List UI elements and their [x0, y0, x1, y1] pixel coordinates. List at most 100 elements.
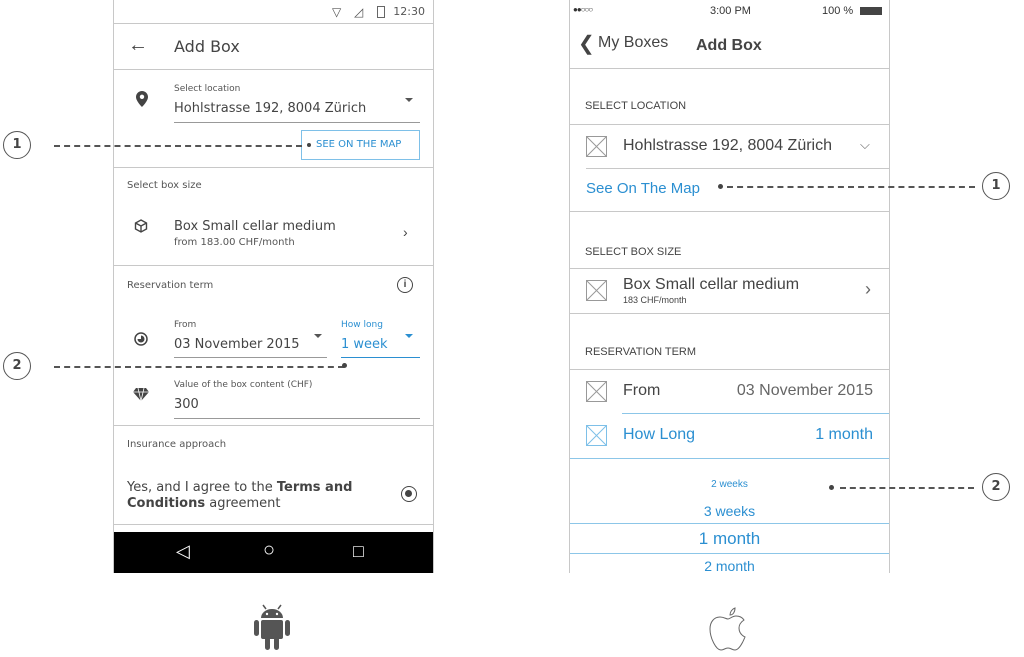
callout-line — [727, 186, 975, 188]
content-value-input[interactable]: 300 — [174, 397, 199, 412]
callout-dot — [342, 363, 347, 368]
dropdown-arrow-icon[interactable] — [405, 334, 413, 338]
dropdown-arrow-icon[interactable] — [405, 98, 413, 102]
chevron-right-icon: › — [865, 279, 871, 299]
box-size-row[interactable]: Box Small cellar medium from 183.00 CHF/… — [114, 208, 433, 258]
location-row[interactable]: Hohlstrasse 192, 8004 Zürich ⌵ — [570, 125, 889, 168]
divider — [114, 425, 433, 426]
content-value-label: Value of the box content (CHF) — [174, 380, 313, 390]
signal-icon: ◿ — [354, 5, 364, 19]
insurance-radio[interactable] — [401, 486, 417, 502]
from-value: 03 November 2015 — [736, 382, 873, 399]
nav-recents-icon[interactable]: □ — [353, 541, 364, 562]
info-icon[interactable]: i — [397, 277, 413, 293]
see-on-map-label: SEE ON THE MAP — [316, 139, 402, 150]
picker-option[interactable]: 3 weeks — [570, 503, 889, 519]
chevron-left-icon[interactable]: ❮ — [578, 31, 595, 56]
how-long-select[interactable]: 1 week — [341, 337, 388, 352]
page-title: Add Box — [696, 37, 762, 54]
divider — [586, 168, 889, 169]
divider — [114, 167, 433, 168]
battery-icon — [377, 6, 385, 18]
android-status-bar: ▽ ◿ 12:30 — [114, 0, 433, 24]
see-on-map-link[interactable]: See On The Map — [586, 180, 700, 197]
nav-home-icon[interactable]: ○ — [263, 539, 275, 562]
apple-logo-icon — [709, 607, 746, 651]
location-underline — [174, 122, 420, 123]
location-value: Hohlstrasse 192, 8004 Zürich — [623, 137, 832, 154]
reservation-section-label: Reservation term — [127, 280, 214, 291]
placeholder-icon — [586, 136, 607, 157]
reservation-section-label: RESERVATION TERM — [585, 346, 697, 358]
chevron-down-icon: ⌵ — [860, 137, 870, 152]
location-section-label: SELECT LOCATION — [585, 100, 687, 112]
terms-text: Yes, and I agree to the — [127, 480, 277, 495]
from-date-select[interactable]: 03 November 2015 — [174, 337, 300, 352]
dropdown-arrow-icon[interactable] — [314, 334, 322, 338]
how-long-underline — [341, 357, 420, 358]
divider — [570, 211, 889, 212]
picker-selection-bottom — [570, 553, 889, 554]
location-label: Select location — [174, 84, 241, 94]
box-size-section-label: SELECT BOX SIZE — [585, 246, 682, 258]
placeholder-icon — [586, 280, 607, 301]
callout-2: 2 — [3, 352, 31, 380]
cube-icon — [134, 219, 148, 233]
duration-picker[interactable]: 2 weeks 3 weeks 1 month 2 month — [570, 459, 889, 573]
callout-line — [840, 487, 974, 489]
callout-line — [54, 145, 302, 147]
back-button[interactable]: My Boxes — [598, 34, 668, 52]
how-long-label: How Long — [623, 426, 696, 443]
picker-option-selected[interactable]: 1 month — [570, 529, 889, 549]
box-size-price: from 183.00 CHF/month — [174, 237, 295, 248]
from-row[interactable]: From 03 November 2015 — [570, 370, 889, 414]
status-time: 3:00 PM — [710, 5, 751, 17]
ios-nav-bar: ❮ My Boxes Add Box — [570, 22, 889, 69]
signal-strength: ●●○○○ — [573, 5, 593, 14]
page-title: Add Box — [174, 37, 240, 56]
android-nav-bar: ◁ ○ □ — [114, 532, 433, 573]
from-underline — [174, 357, 327, 358]
box-size-section-label: Select box size — [127, 180, 202, 191]
content-value-underline — [174, 418, 420, 419]
callout-dot — [307, 143, 311, 147]
location-select[interactable]: Hohlstrasse 192, 8004 Zürich — [174, 101, 366, 116]
android-screen: ▽ ◿ 12:30 ← Add Box Select location Hohl… — [113, 0, 434, 573]
android-logo-icon — [254, 604, 290, 650]
wifi-icon: ▽ — [332, 5, 342, 19]
from-label: From — [623, 382, 661, 399]
box-size-name: Box Small cellar medium — [174, 219, 336, 234]
android-app-bar: ← Add Box — [114, 24, 433, 70]
ios-status-bar: ●●○○○ 3:00 PM 100 % — [570, 0, 889, 22]
clock-icon — [134, 332, 148, 346]
back-arrow-icon[interactable]: ← — [128, 34, 148, 57]
callout-1: 1 — [982, 172, 1010, 200]
nav-back-icon[interactable]: ◁ — [176, 541, 190, 562]
chevron-right-icon: › — [403, 224, 408, 240]
location-pin-icon — [136, 91, 148, 107]
insurance-terms-text: Yes, and I agree to the Terms and Condit… — [127, 480, 357, 512]
placeholder-icon — [586, 381, 607, 402]
divider — [570, 313, 889, 314]
callout-dot — [829, 485, 834, 490]
callout-dot — [718, 184, 723, 189]
see-on-map-button[interactable]: SEE ON THE MAP — [301, 130, 420, 160]
how-long-row[interactable]: How Long 1 month — [570, 414, 889, 458]
box-size-name: Box Small cellar medium — [623, 276, 800, 293]
terms-link[interactable]: Terms and — [277, 480, 353, 495]
callout-2: 2 — [982, 473, 1010, 501]
picker-selection-top — [570, 523, 889, 524]
diamond-icon — [133, 388, 149, 401]
insurance-section-label: Insurance approach — [127, 439, 227, 450]
callout-line — [54, 366, 344, 368]
callout-1: 1 — [3, 131, 31, 159]
how-long-value: 1 month — [815, 426, 873, 443]
how-long-label: How long — [341, 320, 383, 330]
placeholder-icon — [586, 425, 607, 446]
box-size-price: 183 CHF/month — [623, 295, 687, 305]
box-size-row[interactable]: Box Small cellar medium 183 CHF/month › — [570, 269, 889, 313]
conditions-link[interactable]: Conditions — [127, 496, 205, 511]
battery-percent: 100 % — [822, 5, 854, 17]
picker-option[interactable]: 2 month — [570, 558, 889, 573]
radio-selected-dot — [405, 490, 412, 497]
